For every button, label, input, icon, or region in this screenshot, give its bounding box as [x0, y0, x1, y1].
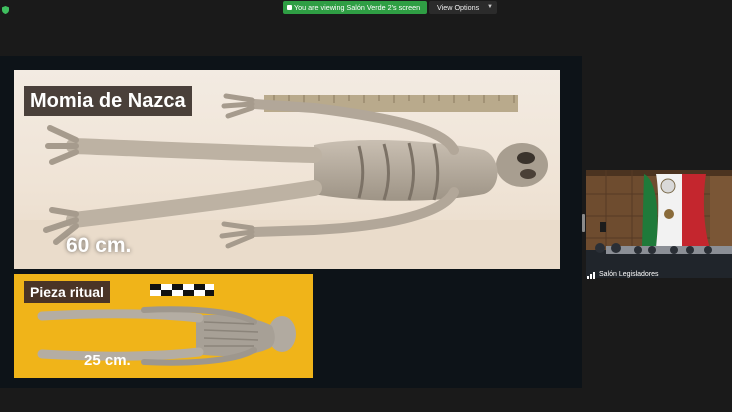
- share-status-icon: [287, 5, 292, 10]
- view-options-button[interactable]: View Options ▼: [429, 1, 497, 14]
- chevron-down-icon: ▼: [487, 4, 493, 10]
- participant-name: Salón Legisladores: [587, 270, 659, 280]
- participant-video[interactable]: [586, 170, 732, 278]
- share-notice-text: You are viewing Salón Verde 2's screen: [294, 3, 421, 12]
- shield-icon[interactable]: [2, 6, 9, 14]
- screen-share-notice: You are viewing Salón Verde 2's screen: [283, 1, 427, 14]
- participant-name-text: Salón Legisladores: [599, 271, 659, 278]
- ritual-size-label: 25 cm.: [84, 352, 131, 369]
- view-options-label: View Options: [437, 3, 480, 12]
- mummy-size-label: 60 cm.: [66, 234, 132, 257]
- legislature-hall-image: [586, 170, 732, 278]
- slide-title: Momia de Nazca: [24, 86, 192, 116]
- split-view-divider[interactable]: [582, 214, 585, 232]
- ritual-piece-label: Pieza ritual: [24, 281, 110, 303]
- meeting-top-bar: You are viewing Salón Verde 2's screen V…: [0, 0, 732, 16]
- signal-icon: [587, 272, 595, 279]
